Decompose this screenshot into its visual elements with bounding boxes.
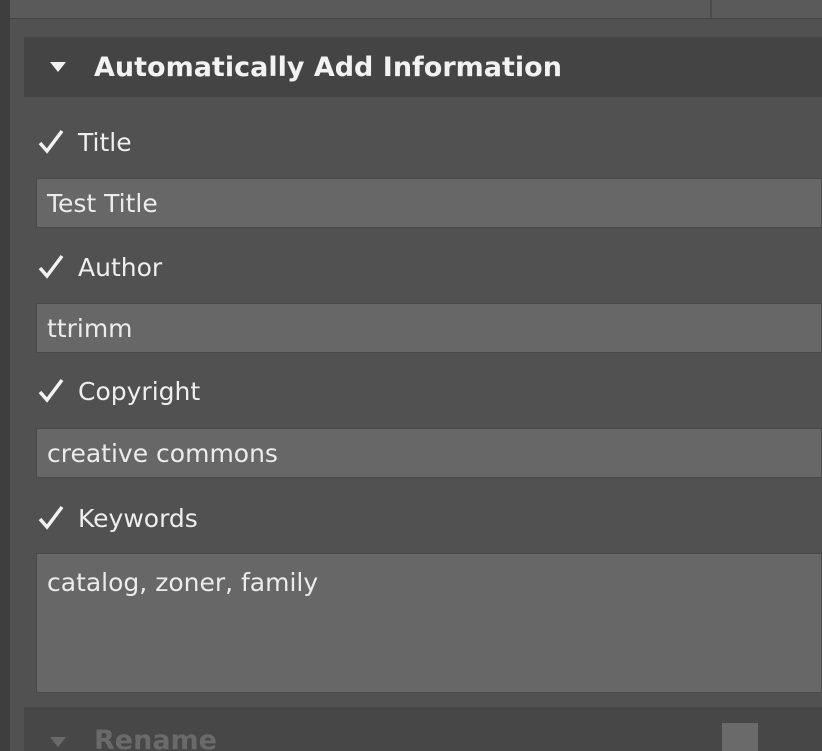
checkmark-icon[interactable] bbox=[36, 376, 66, 406]
checkmark-icon[interactable] bbox=[36, 503, 66, 533]
keywords-checkbox-label: Keywords bbox=[78, 503, 198, 533]
author-checkbox-row[interactable]: Author bbox=[36, 247, 162, 287]
keywords-field[interactable]: catalog, zoner, family bbox=[36, 553, 822, 693]
title-checkbox-label: Title bbox=[78, 127, 132, 157]
keywords-checkbox-row[interactable]: Keywords bbox=[36, 498, 198, 538]
title-checkbox-row[interactable]: Title bbox=[36, 122, 132, 162]
section-header-rename[interactable]: Rename bbox=[24, 707, 822, 751]
top-bar-divider bbox=[710, 0, 712, 18]
rename-section-title: Rename bbox=[94, 725, 217, 751]
checkmark-icon[interactable] bbox=[36, 127, 66, 157]
copyright-checkbox-label: Copyright bbox=[78, 376, 201, 406]
author-checkbox-label: Author bbox=[78, 252, 163, 282]
chevron-down-icon[interactable] bbox=[50, 737, 66, 747]
previous-section-bar bbox=[10, 0, 822, 19]
checkmark-icon[interactable] bbox=[36, 252, 66, 282]
section-title: Automatically Add Information bbox=[94, 51, 562, 83]
metadata-panel: Automatically Add Information Title Test… bbox=[0, 0, 822, 751]
section-header-auto-add-info[interactable]: Automatically Add Information bbox=[24, 37, 822, 97]
copyright-field[interactable]: creative commons bbox=[36, 428, 822, 478]
panel-left-edge bbox=[0, 0, 10, 751]
chevron-down-icon[interactable] bbox=[50, 62, 66, 72]
author-field[interactable]: ttrimm bbox=[36, 303, 822, 353]
title-field[interactable]: Test Title bbox=[36, 178, 822, 228]
copyright-checkbox-row[interactable]: Copyright bbox=[36, 371, 200, 411]
rename-enable-checkbox[interactable] bbox=[722, 723, 758, 751]
